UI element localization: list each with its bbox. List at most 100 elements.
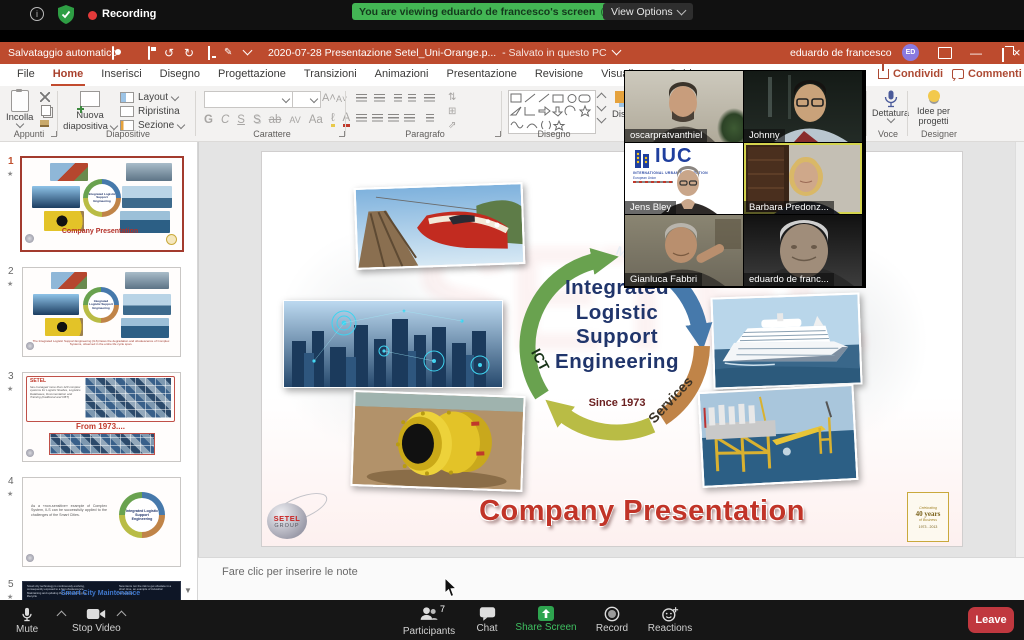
cut-icon[interactable] [40, 92, 50, 102]
layout-label: Layout [138, 92, 168, 103]
change-case-button[interactable]: Aa [309, 114, 323, 126]
thumbs-scroll-down-icon[interactable]: ▼ [184, 586, 192, 595]
align-text-icon[interactable]: ⊞ [448, 106, 456, 117]
video-tile-barbara[interactable]: Barbara Predonz... [744, 143, 862, 214]
subsea-buoy-photo[interactable] [350, 390, 525, 492]
train-photo[interactable] [354, 182, 526, 270]
mute-options-chevron[interactable] [57, 611, 67, 621]
video-tile-oscar[interactable]: oscarpratvanthiel [625, 71, 743, 142]
layout-button[interactable]: Layout [120, 92, 178, 103]
stop-video-button[interactable]: Stop Video [72, 606, 121, 634]
align-right-icon[interactable] [388, 114, 399, 123]
tab-home[interactable]: Home [44, 64, 93, 86]
toolbar-overflow-icon[interactable] [243, 46, 253, 56]
leave-button[interactable]: Leave [968, 607, 1014, 633]
view-options-button[interactable]: View Options [603, 3, 693, 20]
thumb4-ils-text: Integrated Logistic Support Engineering [125, 498, 159, 532]
document-title[interactable]: 2020-07-28 Presentazione Setel_Uni-Orang… [268, 47, 620, 59]
highlight-button[interactable]: ℓ [331, 112, 335, 127]
video-tile-gianluca[interactable]: Gianluca Fabbri [625, 215, 743, 286]
dictate-button[interactable]: Dettatura [872, 90, 909, 122]
video-tile-jens[interactable]: IUC INTERNATIONAL URBAN COOPERATION Euro… [625, 143, 743, 214]
slide-1-thumbnail[interactable]: Integrated Logistic Support Engineering … [20, 156, 184, 252]
justify-icon[interactable] [404, 114, 415, 123]
save-icon[interactable] [148, 46, 150, 60]
comments-button[interactable]: Commenti [952, 68, 1022, 80]
pen-tool-icon[interactable]: ✎ [224, 46, 232, 60]
save-status[interactable]: Salvato in questo PC [509, 47, 607, 59]
share-screen-button[interactable]: Share Screen [512, 606, 580, 633]
slide-5-thumbnail[interactable]: Smart city technology is continuously ev… [22, 581, 181, 600]
undo-icon[interactable]: ↺ [164, 46, 174, 60]
slide-3-thumbnail[interactable]: SETEL has managed more than 120 complex … [22, 372, 181, 462]
chat-button[interactable]: Chat [472, 606, 502, 634]
increase-indent-icon[interactable] [408, 94, 416, 103]
design-ideas-button[interactable]: Idee per progetti [917, 90, 950, 126]
reset-button[interactable]: Ripristina [120, 106, 180, 117]
bullets-icon[interactable] [356, 94, 367, 103]
shapes-gallery[interactable] [508, 90, 596, 134]
shapes-gallery-more-icon[interactable] [597, 114, 607, 124]
redo-icon[interactable]: ↻ [184, 46, 194, 60]
participants-button[interactable]: 7 Participants [400, 606, 458, 637]
grow-font-icon[interactable]: A˄ [322, 92, 336, 104]
oil-platform-photo[interactable] [698, 384, 859, 488]
tab-animazioni[interactable]: Animazioni [366, 64, 438, 86]
thumb3-from-label: From 1973.... [23, 422, 178, 431]
mute-button[interactable]: Mute [16, 606, 38, 635]
copy-icon[interactable] [41, 105, 51, 116]
underline-button[interactable]: S [237, 114, 245, 126]
close-button[interactable]: × [1013, 45, 1021, 60]
text-direction-icon[interactable]: ⇅ [448, 92, 456, 103]
video-tile-johnny[interactable]: Johnny [744, 71, 862, 142]
slide-4-thumbnail[interactable]: As a «non-sensitive» example of Complex … [22, 477, 181, 567]
slide-2-thumbnail[interactable]: Integrated Logistic Support Engineering … [22, 267, 181, 357]
font-name-select[interactable] [204, 91, 293, 108]
meeting-info-icon[interactable]: i [30, 7, 44, 21]
strikethrough-button[interactable]: ab [269, 114, 282, 126]
layout-icon [120, 92, 134, 103]
autosave-toggle[interactable] [112, 46, 114, 60]
badge-years-text: 40 years [916, 510, 941, 518]
share-button[interactable]: Condividi [878, 68, 943, 80]
columns-icon[interactable] [426, 114, 434, 123]
shapes-scroll-down-icon[interactable] [597, 102, 607, 112]
font-size-select[interactable] [292, 91, 321, 108]
tab-disegno[interactable]: Disegno [151, 64, 209, 86]
format-painter-icon[interactable] [40, 120, 49, 127]
restore-button[interactable] [1002, 48, 1004, 62]
start-presentation-icon[interactable] [208, 46, 210, 60]
tab-inserisci[interactable]: Inserisci [92, 64, 150, 86]
decrease-indent-icon[interactable] [394, 94, 402, 103]
tab-revisione[interactable]: Revisione [526, 64, 592, 86]
align-left-icon[interactable] [356, 114, 367, 123]
char-spacing-button[interactable]: AV [289, 115, 300, 125]
italic-button[interactable]: C [221, 114, 229, 126]
cruise-ship-photo[interactable] [710, 292, 862, 389]
align-center-icon[interactable] [372, 114, 383, 123]
ils-title[interactable]: Integrated Logistic Support Engineering [530, 276, 704, 374]
smart-city-photo[interactable] [283, 300, 503, 388]
line-spacing-icon[interactable] [424, 94, 435, 103]
slide-main-title[interactable]: Company Presentation [432, 495, 852, 528]
video-gallery: oscarpratvanthiel Johnny [624, 70, 866, 288]
minimize-button[interactable]: — [970, 46, 982, 60]
slide-scrollbar[interactable] [1015, 142, 1024, 557]
bold-button[interactable]: G [204, 114, 213, 126]
numbering-icon[interactable] [374, 94, 385, 103]
reactions-button[interactable]: Reactions [644, 606, 696, 634]
paste-button[interactable]: Incolla [6, 90, 33, 127]
video-tile-eduardo[interactable]: eduardo de franc... [744, 215, 862, 286]
font-style-row: G C S S ab AV Aa ℓ A [204, 112, 350, 127]
tab-file[interactable]: File [8, 64, 44, 86]
text-shadow-button[interactable]: S [253, 114, 261, 126]
ribbon-display-options-icon[interactable] [938, 47, 952, 59]
tab-progettazione[interactable]: Progettazione [209, 64, 295, 86]
security-shield-icon[interactable] [58, 5, 74, 29]
record-button[interactable]: Record [592, 606, 632, 634]
avatar[interactable]: ED [902, 44, 919, 61]
notes-pane[interactable]: Fare clic per inserire le note [198, 557, 1024, 600]
tab-presentazione[interactable]: Presentazione [437, 64, 525, 86]
new-slide-button[interactable]: Nuova diapositiva [66, 91, 114, 132]
tab-transizioni[interactable]: Transizioni [295, 64, 366, 86]
